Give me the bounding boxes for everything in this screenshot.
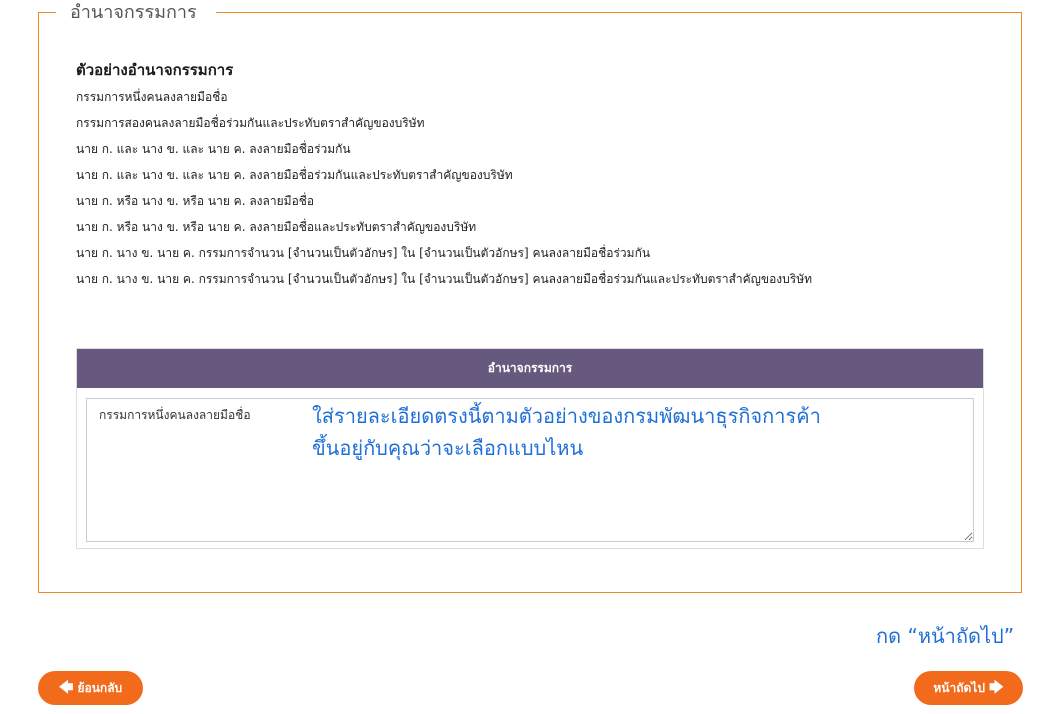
example-item: นาย ก. นาง ข. นาย ค. กรรมการจำนวน [จำนวน… [76,272,813,286]
example-item: นาย ก. และ นาง ข. และ นาย ค. ลงลายมือชื่… [76,142,351,156]
arrow-left-icon: 🡄 [58,680,74,696]
authority-input-panel: อำนาจกรรมการ [76,348,984,549]
example-item: กรรมการหนึ่งคนลงลายมือชื่อ [76,90,228,104]
examples-heading: ตัวอย่างอำนาจกรรมการ [76,61,234,79]
example-item: นาย ก. นาง ข. นาย ค. กรรมการจำนวน [จำนวน… [76,246,651,260]
back-button[interactable]: 🡄 ย้อนกลับ [38,671,143,705]
authority-textarea[interactable] [86,398,974,542]
arrow-right-icon: 🡆 [989,680,1004,696]
next-button-label: หน้าถัดไป [933,681,985,695]
example-item: นาย ก. หรือ นาง ข. หรือ นาย ค. ลงลายมือช… [76,194,315,208]
panel-header: อำนาจกรรมการ [77,349,983,388]
next-button[interactable]: หน้าถัดไป 🡆 [914,671,1023,705]
example-item: กรรมการสองคนลงลายมือชื่อร่วมกันและประทับ… [76,116,425,130]
section-legend: อำนาจกรรมการ [64,1,203,25]
page: อำนาจกรรมการ ตัวอย่างอำนาจกรรมการ กรรมกา… [0,0,1050,714]
examples-block: ตัวอย่างอำนาจกรรมการ กรรมการหนึ่งคนลงลาย… [76,59,1006,292]
example-item: นาย ก. และ นาง ข. และ นาย ค. ลงลายมือชื่… [76,168,513,182]
example-item: นาย ก. หรือ นาง ข. หรือ นาย ค. ลงลายมือช… [76,220,477,234]
back-button-label: ย้อนกลับ [77,681,123,695]
next-page-hint: กด “หน้าถัดไป” [876,624,1015,648]
